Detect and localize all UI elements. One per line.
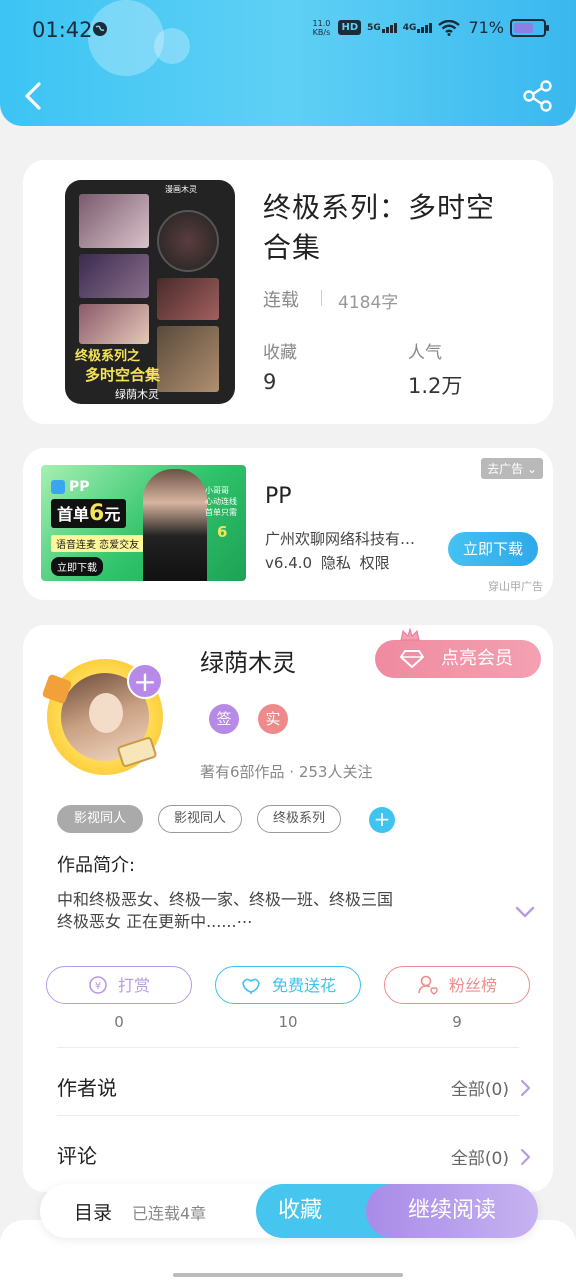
ad-app-name: PP — [265, 484, 292, 509]
cover-photo — [157, 210, 219, 272]
tag-chip[interactable]: 终极系列 — [257, 805, 341, 833]
popularity-label: 人气 — [408, 343, 442, 363]
vip-button[interactable]: 点亮会员 — [375, 628, 541, 678]
banner-side-text: 小哥哥 心动连线 首单只需 — [205, 486, 237, 517]
ad-version: v6.4.0 — [265, 554, 313, 572]
chevron-right-icon — [520, 1079, 531, 1096]
back-button[interactable] — [16, 76, 52, 116]
favorites-label: 收藏 — [263, 343, 297, 363]
cover-photo — [79, 254, 149, 298]
ad-company: 广州欢聊网络科技有… — [265, 530, 416, 548]
coin-icon: ¥ — [89, 976, 107, 994]
cover-photo — [79, 304, 149, 344]
intro-text: 中和终极恶女、终极一家、终极一班、终极三国 终极恶女 正在更新中......⋯ — [57, 890, 394, 931]
chevron-right-icon — [520, 1148, 531, 1165]
ad-privacy-link[interactable]: 隐私 — [321, 554, 351, 572]
cover-author: 绿荫木灵 — [115, 388, 159, 401]
comments-all-link[interactable]: 全部(0) — [451, 1144, 531, 1169]
globe-icon — [93, 22, 107, 36]
fan-count: 9 — [452, 1013, 462, 1031]
cover-photo — [79, 194, 149, 248]
svg-text:¥: ¥ — [95, 981, 101, 992]
chevron-down-icon[interactable] — [513, 902, 537, 922]
status-bar: 01:42 11.0 KB/s HD 5G 4G 71% — [0, 0, 576, 60]
toc-button[interactable]: 目录 — [74, 1198, 112, 1225]
wifi-icon — [438, 19, 461, 36]
divider — [321, 290, 322, 306]
banner-brand: PP — [69, 479, 90, 495]
remove-ad-button[interactable]: 去广告 ⌄ — [481, 458, 543, 479]
signal-5g-icon: 5G — [367, 22, 397, 33]
author-says-label: 作者说 — [57, 1076, 117, 1100]
book-info-card: 漫画木灵 终极系列之 多时空合集 绿荫木灵 终极系列：多时空合集 连载 4184… — [23, 160, 553, 424]
bottom-action-bar: 目录 已连载4章 收藏 继续阅读 — [40, 1184, 538, 1238]
banner-cta: 立即下载 — [51, 557, 103, 576]
divider — [57, 1115, 519, 1116]
tag-chip[interactable]: 影视同人 — [158, 805, 242, 833]
ad-source: 穿山甲广告 — [488, 580, 543, 593]
flower-count: 10 — [278, 1013, 298, 1031]
hd-icon: HD — [338, 20, 362, 35]
chapter-count: 已连载4章 — [132, 1204, 207, 1223]
ad-permission-link[interactable]: 权限 — [360, 554, 390, 572]
banner-price: 首单6元 — [51, 499, 127, 528]
divider — [57, 1047, 519, 1048]
tag-chip[interactable]: 影视同人 — [57, 805, 143, 833]
cover-photo — [157, 326, 219, 392]
add-tag-button[interactable]: + — [369, 807, 395, 833]
signal-4g-icon: 4G — [403, 22, 433, 33]
battery-icon — [510, 18, 549, 37]
send-flower-button[interactable]: 免费送花 — [215, 966, 361, 1004]
verified-badge: 实 — [258, 704, 288, 734]
book-title: 终极系列：多时空合集 — [263, 191, 496, 264]
tip-count: 0 — [114, 1013, 124, 1031]
banner-slogan: 语音连麦 恋爱交友 — [51, 535, 145, 552]
cover-photo — [157, 278, 219, 320]
ad-download-button[interactable]: 立即下载 — [448, 532, 538, 566]
author-says-all-link[interactable]: 全部(0) — [451, 1075, 531, 1100]
author-name: 绿荫木灵 — [200, 649, 296, 677]
ad-banner-image[interactable]: PP 首单6元 语音连麦 恋爱交友 立即下载 小哥哥 心动连线 首单只需 6 — [41, 465, 246, 581]
crown-icon — [400, 628, 420, 641]
follow-plus-button[interactable]: + — [127, 663, 163, 699]
net-speed: 11.0 KB/s — [312, 18, 331, 37]
cover-tag: 漫画木灵 — [165, 185, 197, 194]
battery-percent: 71% — [468, 18, 504, 37]
home-indicator[interactable] — [173, 1273, 403, 1277]
fan-ranking-button[interactable]: 粉丝榜 — [384, 966, 530, 1004]
word-count: 4184字 — [338, 293, 399, 313]
book-status: 连载 — [263, 290, 299, 311]
signed-badge: 签 — [209, 704, 239, 734]
status-time: 01:42 — [32, 18, 93, 42]
favorites-value: 9 — [263, 370, 277, 394]
author-card: + 绿荫木灵 点亮会员 签 实 著有6部作品 · 253人关注 影视同人 影视同… — [23, 625, 553, 1192]
ad-card[interactable]: PP 首单6元 语音连麦 恋爱交友 立即下载 小哥哥 心动连线 首单只需 6 去… — [23, 448, 553, 600]
intro-label: 作品简介: — [57, 855, 136, 876]
fan-icon — [418, 975, 438, 995]
tip-button[interactable]: ¥ 打赏 — [46, 966, 192, 1004]
avatar-face — [89, 693, 123, 733]
flower-icon — [242, 978, 260, 994]
ad-meta: v6.4.0 隐私 权限 — [265, 552, 390, 573]
continue-reading-button[interactable]: 继续阅读 — [366, 1184, 538, 1238]
banner-side-value: 6 — [217, 523, 228, 541]
cover-title: 终极系列之 多时空合集 — [75, 349, 161, 384]
battery-fill — [514, 22, 533, 33]
diamond-icon — [400, 650, 424, 668]
comments-label: 评论 — [57, 1144, 97, 1168]
popularity-value: 1.2万 — [408, 374, 463, 398]
status-icons: 11.0 KB/s HD 5G 4G 71% — [310, 18, 549, 37]
book-cover[interactable]: 漫画木灵 终极系列之 多时空合集 绿荫木灵 — [65, 180, 235, 404]
banner-person — [143, 469, 207, 581]
pp-logo-icon — [51, 480, 65, 494]
header: 01:42 11.0 KB/s HD 5G 4G 71% — [0, 0, 576, 126]
share-button[interactable] — [520, 78, 556, 114]
author-stats: 著有6部作品 · 253人关注 — [200, 763, 373, 781]
